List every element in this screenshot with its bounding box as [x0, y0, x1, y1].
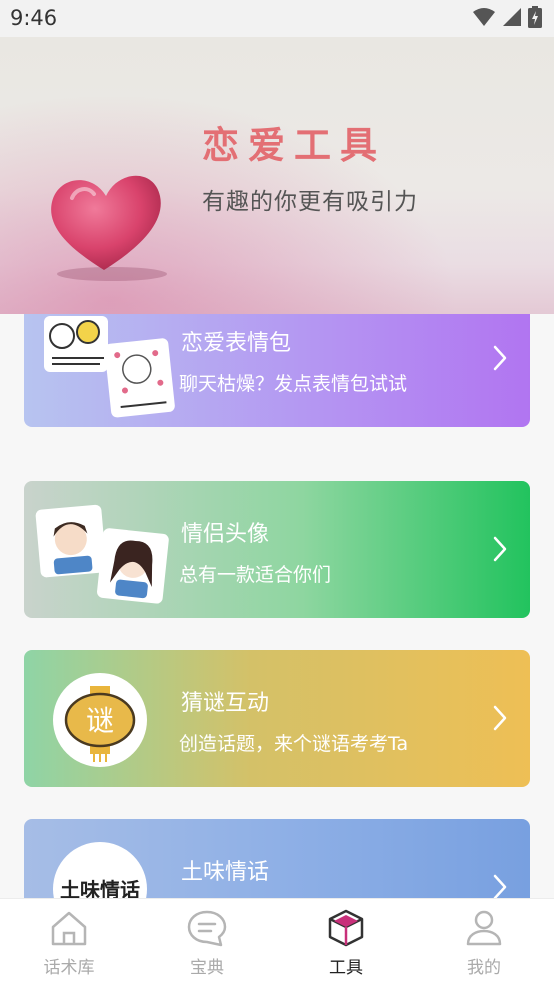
battery-icon [528, 6, 542, 28]
tab-scripts[interactable]: 话术库 [9, 909, 129, 978]
tool-card-cheesy-lines[interactable]: 土味情话 土味情话 [24, 819, 530, 898]
tab-guide[interactable]: 宝典 [147, 909, 267, 978]
tool-card-title: 情侣头像 [181, 522, 270, 547]
banner-title: 恋爱工具 [202, 124, 386, 167]
status-bar: 9:46 [0, 0, 554, 37]
riddle-icon-text: 谜 [86, 704, 114, 737]
chevron-right-icon [493, 874, 507, 898]
tool-list[interactable]: 恋爱表情包 聊天枯燥？发点表情包试试 情侣头像 总有一款适合你们 谜 猜谜互动 … [0, 314, 554, 898]
banner-subtitle: 有趣的你更有吸引力 [202, 189, 418, 215]
signal-icon [503, 8, 521, 26]
tool-card-desc: 总有一款适合你们 [179, 564, 332, 586]
tool-card-riddle[interactable]: 谜 猜谜互动 创造话题，来个谜语考考Ta [24, 650, 530, 787]
chevron-right-icon [493, 705, 507, 731]
tab-label: 话术库 [43, 958, 95, 978]
tool-card-desc: 聊天枯燥？发点表情包试试 [179, 373, 408, 395]
user-icon [466, 910, 502, 946]
status-time: 9:46 [10, 6, 58, 30]
tab-label: 宝典 [190, 958, 224, 978]
chevron-right-icon [493, 345, 507, 371]
tool-card-title: 土味情话 [181, 860, 270, 885]
house-icon [51, 911, 87, 946]
cheesy-lines-icon: 土味情话 [52, 841, 148, 898]
tab-label: 工具 [329, 958, 363, 978]
sticker-art [38, 314, 178, 424]
tab-me[interactable]: 我的 [424, 909, 544, 978]
lantern-icon: 谜 [52, 672, 148, 772]
tool-card-stickers[interactable]: 恋爱表情包 聊天枯燥？发点表情包试试 [24, 314, 530, 427]
tab-tools[interactable]: 工具 [286, 909, 406, 978]
bottom-tab-bar: 话术库 宝典 工具 我的 [0, 898, 554, 985]
heart-image [51, 175, 167, 281]
tool-card-title: 猜谜互动 [181, 691, 270, 716]
chevron-right-icon [493, 536, 507, 562]
status-icons [472, 6, 542, 28]
wifi-icon [473, 8, 495, 26]
banner: 恋爱工具 有趣的你更有吸引力 [0, 37, 554, 314]
tab-label: 我的 [467, 958, 501, 978]
chat-bubble-icon [187, 910, 227, 947]
cube-icon [328, 909, 364, 947]
tool-card-title: 恋爱表情包 [181, 331, 292, 356]
couple-avatar-art [34, 501, 174, 609]
tool-card-desc: 创造话题，来个谜语考考Ta [179, 733, 409, 755]
cheesy-icon-text: 土味情话 [60, 878, 140, 898]
tool-card-couple-avatar[interactable]: 情侣头像 总有一款适合你们 [24, 481, 530, 618]
